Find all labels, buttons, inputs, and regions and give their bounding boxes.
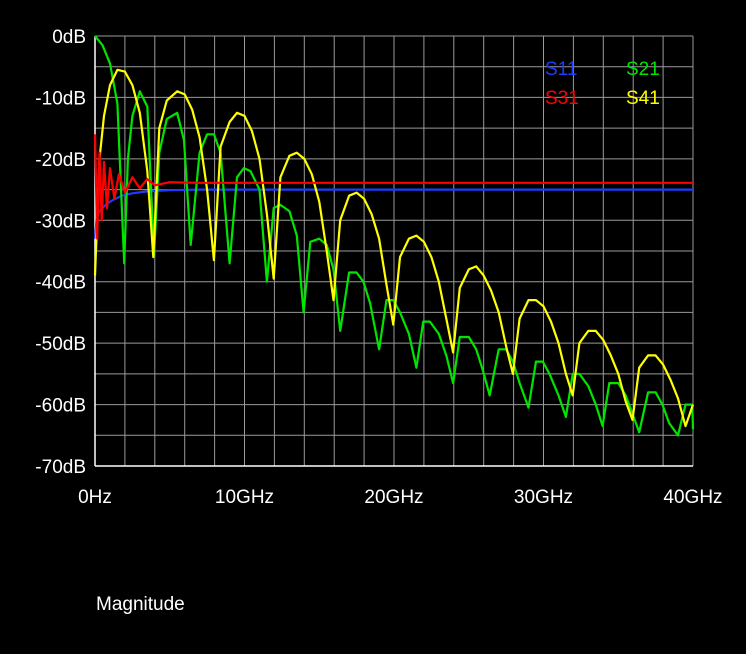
y-axis-ticks: 0dB -10dB -20dB -30dB -40dB -50dB -60dB -70dB xyxy=(35,27,86,478)
legend-entry-s41: S41 xyxy=(626,88,660,109)
y-tick-label: -40dB xyxy=(35,273,86,294)
x-tick-label: 10GHz xyxy=(215,487,274,508)
y-tick-label: -20dB xyxy=(35,150,86,171)
grid xyxy=(94,35,694,467)
y-tick-label: -50dB xyxy=(35,334,86,355)
y-tick-label: -60dB xyxy=(35,396,86,417)
sparameter-plot-window: 0dB -10dB -20dB -30dB -40dB -50dB -60dB -70dB 0… xyxy=(0,0,746,654)
x-tick-label: 20GHz xyxy=(364,487,423,508)
x-tick-label: 30GHz xyxy=(514,487,573,508)
legend-entry-s11: S11 xyxy=(545,59,577,80)
magnitude-chart: 0dB -10dB -20dB -30dB -40dB -50dB -60dB -70dB 0… xyxy=(35,27,722,508)
y-tick-label: 0dB xyxy=(52,27,86,48)
y-tick-label: -10dB xyxy=(35,88,86,109)
y-tick-label: -30dB xyxy=(35,211,86,232)
magnitude-caption: Magnitude xyxy=(96,594,185,615)
x-tick-label: 40GHz xyxy=(663,487,722,508)
x-axis-ticks: 0Hz 10GHz 20GHz 30GHz 40GHz xyxy=(78,487,722,508)
y-tick-label: -70dB xyxy=(35,457,86,478)
legend-entry-s21: S21 xyxy=(626,59,660,80)
legend-entry-s31: S31 xyxy=(545,88,579,109)
x-tick-label: 0Hz xyxy=(78,487,112,508)
